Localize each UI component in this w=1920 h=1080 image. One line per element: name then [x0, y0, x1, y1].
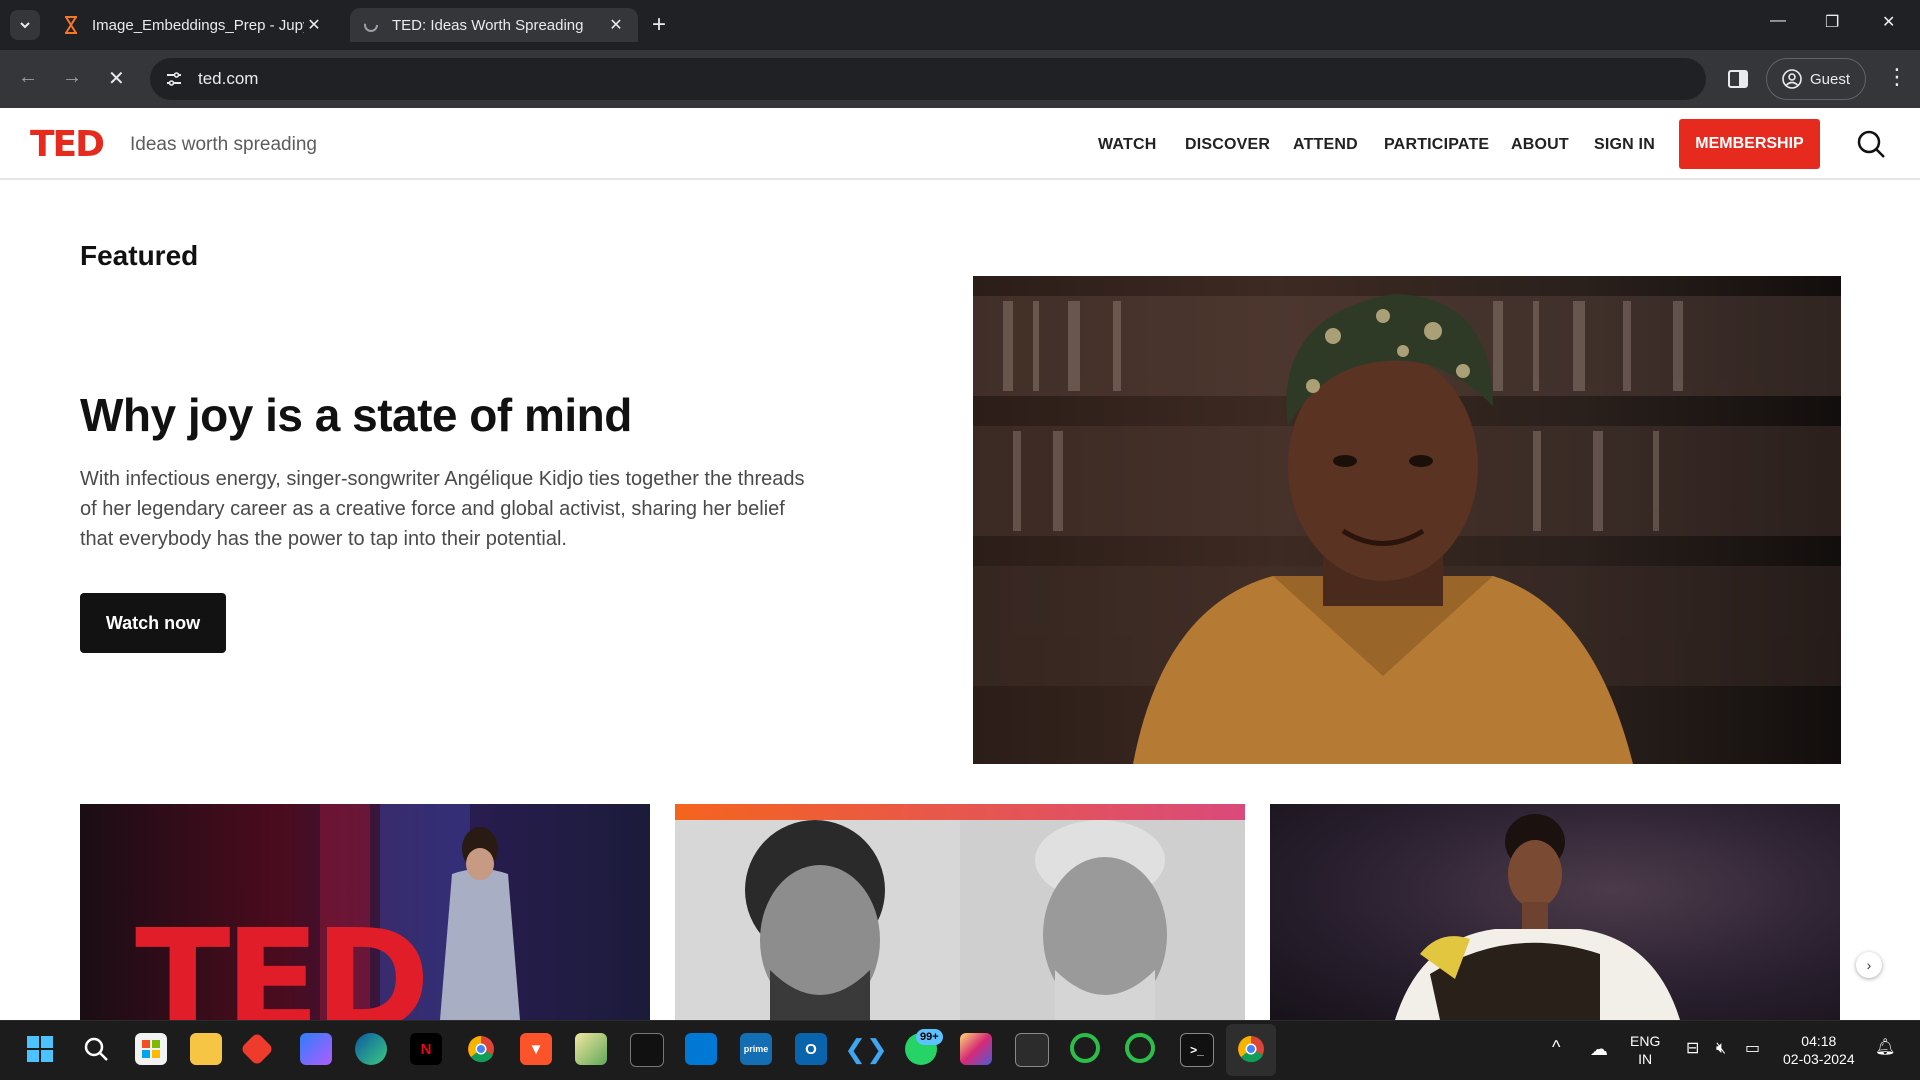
speaker-portrait	[973, 294, 1841, 764]
terminal-2-icon[interactable]: >_	[1180, 1033, 1214, 1067]
chrome-icon[interactable]	[465, 1033, 497, 1065]
brave-icon[interactable]: ▼	[520, 1033, 552, 1065]
store-icon[interactable]	[135, 1033, 167, 1065]
prime-video-icon[interactable]: prime	[740, 1033, 772, 1065]
talk-card-1[interactable]: TED	[80, 804, 650, 1020]
file-explorer-icon[interactable]	[190, 1033, 222, 1065]
loading-spinner-icon	[362, 16, 380, 34]
onedrive-cloud-icon[interactable]: ☁	[1590, 1040, 1608, 1058]
profile-label: Guest	[1809, 70, 1851, 88]
nav-watch[interactable]: WATCH	[1098, 136, 1156, 154]
netflix-icon[interactable]: N	[410, 1033, 442, 1065]
new-tab-button[interactable]: +	[652, 12, 666, 38]
chrome-active-icon[interactable]	[1235, 1033, 1267, 1065]
featured-talk-title[interactable]: Why joy is a state of mind	[80, 388, 632, 442]
ted-logo[interactable]: TED	[30, 127, 105, 163]
vscode-icon[interactable]: ❮❯	[844, 1033, 888, 1065]
close-window-icon[interactable]: ✕	[1882, 12, 1895, 32]
ring-app-2-icon[interactable]	[1125, 1033, 1155, 1063]
address-bar[interactable]: ted.com	[150, 58, 1706, 100]
network-icon[interactable]: ⊟	[1686, 1040, 1699, 1058]
image-viewer-icon[interactable]	[575, 1033, 607, 1065]
nav-attend[interactable]: ATTEND	[1293, 136, 1358, 154]
region-code: IN	[1638, 1051, 1653, 1067]
search-icon[interactable]	[1855, 128, 1887, 160]
tray-overflow-icon[interactable]: ^	[1552, 1038, 1560, 1056]
talk-card-2[interactable]	[675, 804, 1245, 1020]
membership-button[interactable]: MEMBERSHIP	[1679, 119, 1820, 169]
language-indicator[interactable]: ENG IN	[1630, 1032, 1660, 1068]
clock-date: 02-03-2024	[1783, 1051, 1855, 1067]
featured-talk-description: With infectious energy, singer-songwrite…	[80, 468, 805, 550]
back-arrow-icon[interactable]: ←	[18, 66, 38, 89]
edge-icon[interactable]	[355, 1033, 387, 1065]
site-header: TED Ideas worth spreading WATCH DISCOVER…	[0, 108, 1920, 180]
notification-badge: 99+	[916, 1029, 943, 1045]
console-icon[interactable]	[1015, 1033, 1049, 1067]
nav-participate[interactable]: PARTICIPATE	[1384, 136, 1489, 154]
restore-icon[interactable]: ❐	[1825, 12, 1839, 32]
nav-about[interactable]: ABOUT	[1511, 136, 1569, 154]
side-panel-icon[interactable]	[1727, 68, 1749, 90]
outlook-icon[interactable]: O	[795, 1033, 827, 1065]
windows-store-icon[interactable]	[685, 1033, 717, 1065]
terminal-icon[interactable]	[630, 1033, 664, 1067]
profile-button[interactable]: Guest	[1766, 58, 1866, 100]
tab-title: TED: Ideas Worth Spreading	[392, 16, 584, 34]
forward-arrow-icon[interactable]: →	[62, 66, 82, 89]
clock[interactable]: 04:18 02-03-2024	[1783, 1032, 1855, 1068]
featured-talk-image[interactable]	[973, 276, 1841, 764]
language-code: ENG	[1630, 1033, 1661, 1049]
tab-ted[interactable]: TED: Ideas Worth Spreading ✕	[350, 8, 638, 42]
ted-stage-letters: TED	[135, 900, 430, 1021]
tab-search-button[interactable]	[10, 10, 40, 40]
close-tab-icon[interactable]: ✕	[304, 15, 324, 35]
copilot-icon[interactable]	[300, 1033, 332, 1065]
browser-menu-icon[interactable]: ⋮	[1886, 64, 1908, 90]
talk-card-2-image	[675, 820, 1245, 1020]
minimize-icon[interactable]: —	[1770, 12, 1786, 30]
instagram-icon[interactable]	[960, 1033, 992, 1065]
clock-time: 04:18	[1801, 1033, 1837, 1049]
search-icon[interactable]	[80, 1033, 112, 1065]
notification-bell-icon[interactable]: 🔔︎	[1875, 1039, 1895, 1057]
tab-jupyter[interactable]: Image_Embeddings_Prep - Jupyter ✕	[50, 8, 336, 42]
close-tab-icon[interactable]: ✕	[606, 15, 626, 35]
start-icon[interactable]	[24, 1033, 56, 1065]
hourglass-icon	[62, 16, 80, 34]
browser-tab-strip: Image_Embeddings_Prep - Jupyter ✕ TED: I…	[0, 0, 1920, 50]
card-accent-bar	[675, 804, 1245, 820]
site-tagline: Ideas worth spreading	[130, 134, 317, 155]
talk-card-3-image	[1395, 814, 1680, 1020]
talk-card-3[interactable]	[1270, 804, 1840, 1020]
ring-app-icon[interactable]	[1070, 1033, 1100, 1063]
tab-title: Image_Embeddings_Prep - Jupyter	[92, 16, 304, 34]
chevron-down-icon	[20, 22, 30, 29]
user-avatar-icon	[1782, 69, 1802, 89]
nav-discover[interactable]: DISCOVER	[1185, 136, 1270, 154]
watch-now-button[interactable]: Watch now	[80, 593, 226, 653]
featured-section-label: Featured	[80, 240, 199, 271]
stop-loading-icon[interactable]: ✕	[108, 66, 125, 91]
battery-icon[interactable]: ▭	[1745, 1040, 1760, 1058]
carousel-next-button[interactable]: ›	[1856, 952, 1882, 978]
speaker-muted-icon[interactable]: 🔇︎	[1716, 1040, 1726, 1058]
nav-sign-in[interactable]: SIGN IN	[1594, 136, 1655, 154]
site-info-icon[interactable]	[162, 67, 186, 91]
url-text[interactable]: ted.com	[198, 69, 258, 89]
